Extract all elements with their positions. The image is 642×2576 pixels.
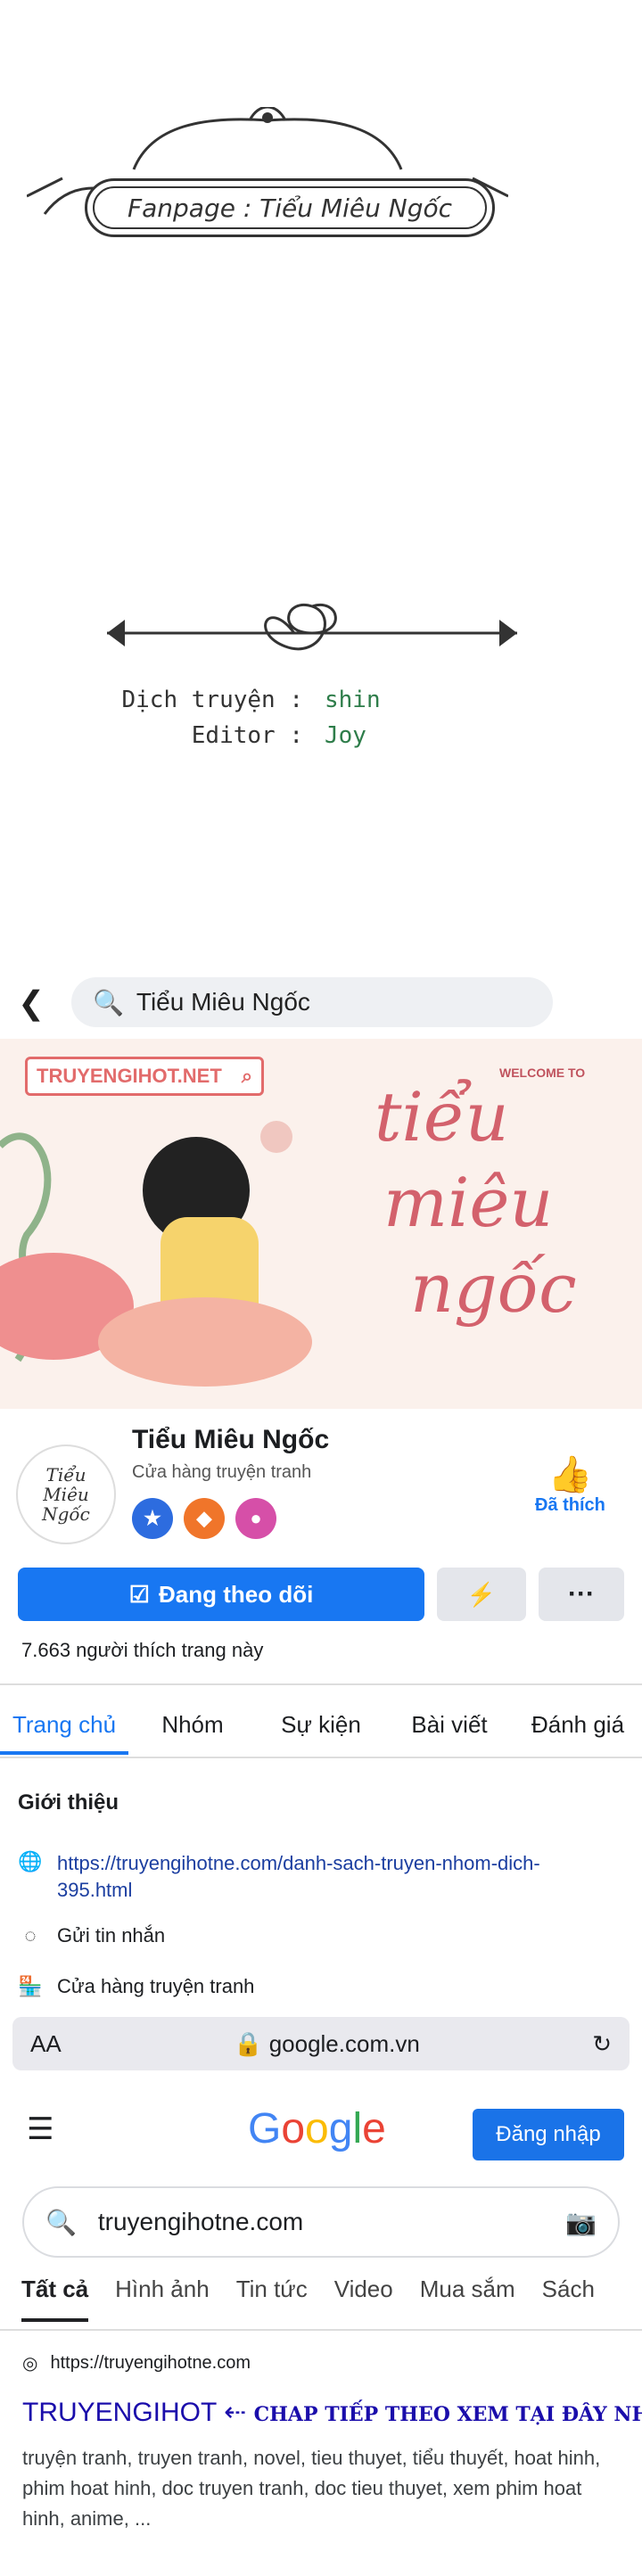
thumbs-up-icon: 👍: [547, 1455, 593, 1494]
divider: [0, 2329, 642, 2331]
badge-blue-icon: ★: [132, 1498, 173, 1539]
lock-icon: 🔒: [234, 2029, 263, 2057]
search-icon: 🔍: [45, 2208, 77, 2236]
camera-icon[interactable]: 📷: [565, 2208, 597, 2237]
globe-icon: 🌐: [18, 1850, 43, 1872]
signin-button[interactable]: Đăng nhập: [473, 2109, 624, 2160]
credit-label: Editor :: [191, 722, 303, 749]
cover-title: tiểu miêu ngốc: [374, 1074, 577, 1331]
tab-home[interactable]: Trang chủ: [0, 1703, 128, 1755]
left-arrow-icon: ⇠: [224, 2398, 247, 2427]
avatar-logo: Tiểu Miêu Ngốc: [42, 1464, 90, 1525]
site-icon: ◎: [22, 2354, 38, 2374]
google-logo[interactable]: Google: [248, 2104, 386, 2153]
send-message-label: Gửi tin nhắn: [57, 1924, 166, 1946]
credits: Dịch truyện : shin Editor : Joy: [107, 687, 381, 758]
tab-events[interactable]: Sự kiện: [257, 1703, 385, 1755]
info-message[interactable]: ◌ Gửi tin nhắn: [18, 1924, 624, 1947]
tab-reviews[interactable]: Đánh giá: [514, 1703, 642, 1755]
shop-label: Cửa hàng truyện tranh: [57, 1975, 255, 1997]
google-tabs: Tất cả Hình ảnh Tin tức Video Mua sắm Sá…: [0, 2276, 642, 2322]
follow-check-icon: ☑: [128, 1580, 150, 1608]
messenger-button[interactable]: ⚡: [437, 1568, 526, 1621]
liked-label: Đã thích: [535, 1495, 605, 1515]
credit-value: shin: [325, 687, 381, 713]
page-category: Cửa hàng truyện tranh: [132, 1462, 312, 1482]
info-website[interactable]: 🌐 https://truyengihotne.com/danh-sach-tr…: [18, 1850, 624, 1904]
tab-news[interactable]: Tin tức: [236, 2276, 308, 2322]
fanpage-banner: Fanpage : Tiểu Miêu Ngốc: [85, 178, 495, 237]
result-cta: CHAP TIẾP THEO XEM TẠI ĐÂY NHA: [253, 2403, 642, 2426]
divider-ornament: [107, 603, 517, 651]
intro-title: Giới thiệu: [18, 1790, 119, 1815]
divider: [0, 1683, 642, 1685]
fanpage-text: Fanpage : Tiểu Miêu Ngốc: [128, 193, 452, 223]
search-icon: ⌕: [241, 1065, 253, 1087]
shop-icon: 🏪: [18, 1975, 43, 1997]
page-name: Tiểu Miêu Ngốc: [132, 1425, 330, 1454]
tab-images[interactable]: Hình ảnh: [115, 2276, 210, 2322]
badge-orange-icon: ◆: [184, 1498, 225, 1539]
safari-address-bar[interactable]: AA 🔒 google.com.vn ↻: [12, 2017, 630, 2070]
hamburger-menu-icon[interactable]: ☰: [27, 2111, 54, 2147]
result-description: truyện tranh, truyen tranh, novel, tieu …: [22, 2447, 601, 2530]
reload-icon[interactable]: ↻: [592, 2030, 612, 2058]
credit-editor: Editor : Joy: [107, 722, 381, 749]
tab-video[interactable]: Video: [334, 2276, 393, 2322]
result-url-text: https://truyengihotne.com: [50, 2353, 251, 2373]
more-button[interactable]: ···: [539, 1568, 624, 1621]
result-url[interactable]: ◎ https://truyengihotne.com: [22, 2352, 251, 2374]
cover-title-line: ngốc: [410, 1248, 577, 1328]
tab-books[interactable]: Sách: [542, 2276, 595, 2322]
likes-count: 7.663 người thích trang này: [21, 1639, 264, 1661]
divider: [0, 1757, 642, 1758]
address-field[interactable]: 🔒 google.com.vn: [234, 2030, 420, 2058]
site-label: TRUYENGIHOT.NET ⌕: [25, 1057, 265, 1096]
following-button[interactable]: ☑ Đang theo dõi: [18, 1568, 424, 1621]
page-avatar[interactable]: Tiểu Miêu Ngốc: [16, 1444, 116, 1544]
messenger-icon: ◌: [24, 1924, 37, 1946]
address-text: google.com.vn: [268, 2029, 420, 2057]
cover-title-line: miêu: [383, 1163, 554, 1242]
text-size-button[interactable]: AA: [30, 2030, 62, 2058]
fb-tabs: Trang chủ Nhóm Sự kiện Bài viết Đánh giá: [0, 1703, 642, 1755]
google-search-value: truyengihotne.com: [97, 2208, 304, 2235]
tab-shopping[interactable]: Mua sắm: [420, 2276, 515, 2322]
google-search-input[interactable]: 🔍 truyengihotne.com 📷: [22, 2186, 620, 2258]
messenger-icon: ⚡: [466, 1580, 497, 1608]
search-icon: 🔍: [93, 988, 124, 1016]
site-label-text: TRUYENGIHOT.NET: [37, 1065, 222, 1087]
cover-title-line: tiểu: [374, 1077, 509, 1156]
tab-groups[interactable]: Nhóm: [128, 1703, 257, 1755]
following-label: Đang theo dõi: [158, 1580, 314, 1608]
info-shop: 🏪 Cửa hàng truyện tranh: [18, 1975, 624, 1998]
page-badges: ★ ◆ ●: [132, 1498, 287, 1539]
back-arrow-icon[interactable]: ❮: [18, 984, 45, 1022]
tab-posts[interactable]: Bài viết: [385, 1703, 514, 1755]
fb-search-value: Tiểu Miêu Ngốc: [136, 988, 310, 1016]
result-title[interactable]: TRUYENGIHOT ⇠ CHAP TIẾP THEO XEM TẠI ĐÂY…: [22, 2397, 642, 2428]
more-label: ···: [568, 1579, 595, 1609]
cover-photo: TRUYENGIHOT.NET ⌕ WELCOME TO tiểu miêu n…: [0, 1039, 642, 1409]
liked-button[interactable]: 👍 Đã thích: [535, 1453, 605, 1516]
badge-pink-icon: ●: [235, 1498, 276, 1539]
fb-search-bar[interactable]: 🔍 Tiểu Miêu Ngốc: [71, 977, 553, 1027]
result-title-text: TRUYENGIHOT: [22, 2398, 217, 2427]
credit-translator: Dịch truyện : shin: [107, 687, 381, 713]
credit-label: Dịch truyện :: [121, 687, 304, 713]
tab-all[interactable]: Tất cả: [21, 2276, 89, 2322]
website-link[interactable]: https://truyengihotne.com/danh-sach-truy…: [57, 1850, 610, 1904]
credit-value: Joy: [325, 722, 366, 749]
